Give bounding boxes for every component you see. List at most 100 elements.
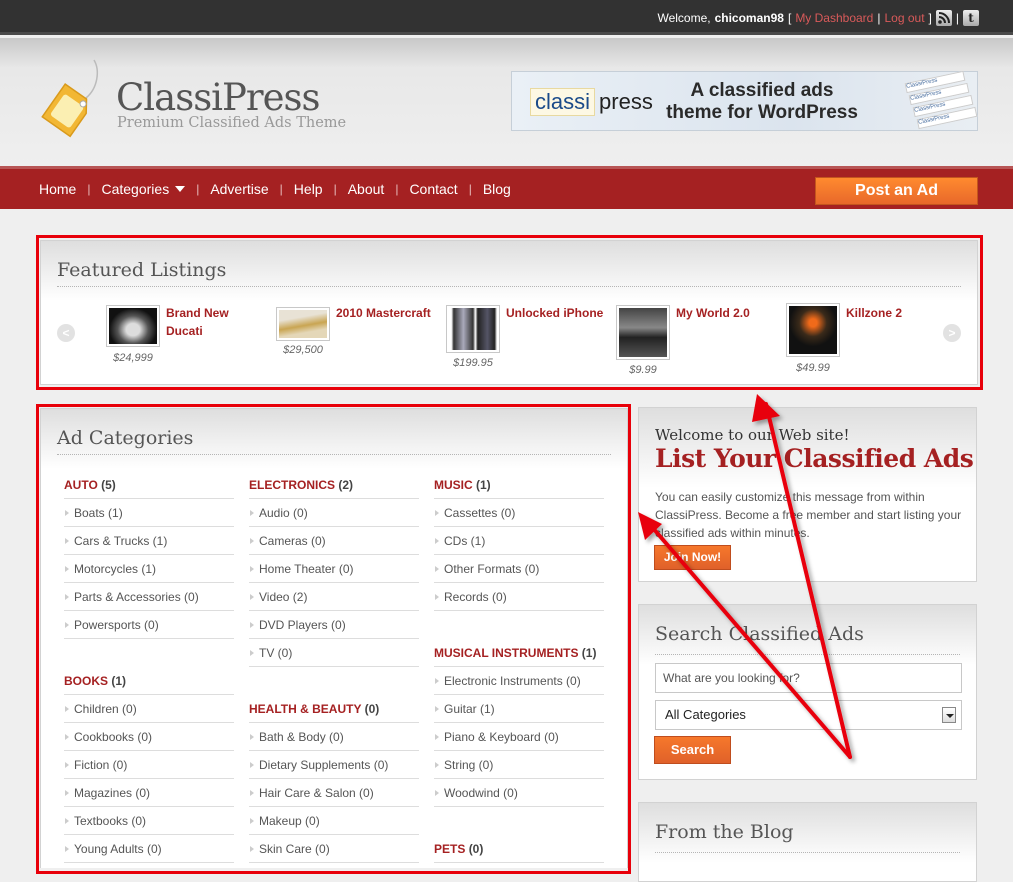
bracket-open: [ bbox=[787, 11, 792, 25]
subcategory-link[interactable]: Makeup (0) bbox=[249, 807, 419, 835]
nav-divider: | bbox=[279, 182, 283, 196]
join-now-button[interactable]: Join Now! bbox=[654, 545, 731, 570]
listing-title[interactable]: 2010 Mastercraft bbox=[336, 304, 436, 322]
featured-item[interactable]: Killzone 2 $49.99 bbox=[786, 303, 951, 374]
subcategory-link[interactable]: Boats (1) bbox=[64, 499, 234, 527]
category-count: (1) bbox=[476, 478, 491, 492]
logo-tagline: Premium Classified Ads Theme bbox=[117, 115, 347, 131]
featured-item[interactable]: 2010 Mastercraft $29,500 bbox=[276, 304, 441, 377]
listing-thumbnail[interactable] bbox=[786, 303, 840, 357]
subcategory-link[interactable]: Skin Care (0) bbox=[249, 835, 419, 863]
subcategory-link[interactable]: Cars & Trucks (1) bbox=[64, 527, 234, 555]
subcategory-link[interactable]: TV (0) bbox=[249, 639, 419, 667]
price-tag-logo-icon[interactable] bbox=[38, 59, 99, 138]
rss-icon[interactable] bbox=[935, 10, 952, 26]
nav-divider: | bbox=[395, 182, 399, 196]
subcategory-link[interactable]: Dietary Supplements (0) bbox=[249, 751, 419, 779]
search-button[interactable]: Search bbox=[654, 736, 731, 764]
subcategory-link[interactable]: Magazines (0) bbox=[64, 779, 234, 807]
category-link[interactable]: MUSIC bbox=[434, 478, 473, 492]
category-link[interactable]: ELECTRONICS bbox=[249, 478, 335, 492]
subcategory-link[interactable]: Electronic Instruments (0) bbox=[434, 667, 604, 695]
listing-title[interactable]: Killzone 2 bbox=[846, 304, 946, 322]
nav-categories[interactable]: Categories bbox=[101, 181, 169, 197]
top-bar: Welcome, chicoman98 [ My Dashboard | Log… bbox=[0, 0, 1013, 35]
blog-widget: From the Blog bbox=[638, 802, 977, 882]
category-books[interactable]: BOOKS (1) bbox=[64, 673, 234, 695]
user-welcome: Welcome, chicoman98 [ My Dashboard | Log… bbox=[657, 10, 979, 26]
subcategory-link[interactable]: Powersports (0) bbox=[64, 611, 234, 639]
category-music[interactable]: MUSIC (1) bbox=[434, 477, 604, 499]
listing-thumbnail[interactable] bbox=[616, 305, 670, 360]
subcategory-link[interactable]: Home Theater (0) bbox=[249, 555, 419, 583]
listing-thumbnail[interactable] bbox=[276, 307, 330, 341]
subcategory-link[interactable]: String (0) bbox=[434, 751, 604, 779]
category-electronics[interactable]: ELECTRONICS (2) bbox=[249, 477, 419, 499]
subcategory-link[interactable]: Guitar (1) bbox=[434, 695, 604, 723]
featured-item[interactable]: Unlocked iPhone $199.95 bbox=[446, 305, 611, 375]
subcategory-link[interactable]: Hair Care & Salon (0) bbox=[249, 779, 419, 807]
nav-about[interactable]: About bbox=[348, 181, 385, 197]
category-select[interactable]: All Categories bbox=[655, 700, 962, 730]
category-link[interactable]: AUTO bbox=[64, 478, 98, 492]
logo-title[interactable]: ClassiPress bbox=[116, 76, 320, 119]
category-column: MUSIC (1) Cassettes (0) CDs (1) Other Fo… bbox=[434, 477, 604, 863]
subcategory-link[interactable]: Motorcycles (1) bbox=[64, 555, 234, 583]
category-auto[interactable]: AUTO (5) bbox=[64, 477, 234, 499]
banner-brand: classi press bbox=[530, 88, 653, 116]
nav-home[interactable]: Home bbox=[39, 181, 76, 197]
search-input[interactable]: What are you looking for? bbox=[655, 663, 962, 693]
subcategory-link[interactable]: Other Formats (0) bbox=[434, 555, 604, 583]
my-dashboard-link[interactable]: My Dashboard bbox=[795, 11, 873, 25]
nav-help[interactable]: Help bbox=[294, 181, 323, 197]
subcategory-link[interactable]: Woodwind (0) bbox=[434, 779, 604, 807]
featured-item[interactable]: My World 2.0 $9.99 bbox=[616, 304, 781, 376]
listing-thumbnail[interactable] bbox=[446, 305, 500, 353]
logout-link[interactable]: Log out bbox=[884, 11, 924, 25]
nav-blog[interactable]: Blog bbox=[483, 181, 511, 197]
category-link[interactable]: MUSICAL INSTRUMENTS bbox=[434, 646, 578, 660]
category-link[interactable]: BOOKS bbox=[64, 674, 108, 688]
listing-title[interactable]: My World 2.0 bbox=[676, 304, 776, 322]
listing-price: $24,999 bbox=[113, 352, 153, 364]
subcategory-link[interactable]: Cookbooks (0) bbox=[64, 723, 234, 751]
featured-item[interactable]: Brand New Ducati $24,999 bbox=[106, 305, 271, 375]
subcategory-link[interactable]: Children (0) bbox=[64, 695, 234, 723]
subcategory-link[interactable]: Fiction (0) bbox=[64, 751, 234, 779]
welcome-line: Welcome to our Web site! bbox=[655, 426, 850, 444]
category-link[interactable]: PETS bbox=[434, 842, 465, 856]
subcategory-link[interactable]: DVD Players (0) bbox=[249, 611, 419, 639]
listing-price: $199.95 bbox=[453, 357, 493, 369]
subcategory-link[interactable]: Video (2) bbox=[249, 583, 419, 611]
listing-title[interactable]: Brand New Ducati bbox=[166, 304, 266, 340]
nav-contact[interactable]: Contact bbox=[409, 181, 457, 197]
subcategory-link[interactable]: Young Adults (0) bbox=[64, 835, 234, 863]
subcategory-link[interactable]: Cameras (0) bbox=[249, 527, 419, 555]
subcategory-link[interactable]: Bath & Body (0) bbox=[249, 723, 419, 751]
nav-divider: | bbox=[87, 182, 91, 196]
nav-advertise[interactable]: Advertise bbox=[210, 181, 268, 197]
post-an-ad-button[interactable]: Post an Ad bbox=[815, 177, 978, 205]
subcategory-link[interactable]: Piano & Keyboard (0) bbox=[434, 723, 604, 751]
category-musical-instruments[interactable]: MUSICAL INSTRUMENTS (1) bbox=[434, 645, 604, 667]
subcategory-link[interactable]: Cassettes (0) bbox=[434, 499, 604, 527]
separator: | bbox=[955, 11, 959, 25]
twitter-icon[interactable]: t bbox=[963, 10, 979, 26]
subcategory-link[interactable]: Textbooks (0) bbox=[64, 807, 234, 835]
category-health-beauty[interactable]: HEALTH & BEAUTY (0) bbox=[249, 701, 419, 723]
subcategory-link[interactable]: Records (0) bbox=[434, 583, 604, 611]
subcategory-link[interactable]: Parts & Accessories (0) bbox=[64, 583, 234, 611]
divider bbox=[57, 454, 611, 455]
blog-title: From the Blog bbox=[655, 821, 794, 843]
chevron-down-icon[interactable] bbox=[175, 186, 186, 192]
subcategory-link[interactable]: CDs (1) bbox=[434, 527, 604, 555]
listing-title[interactable]: Unlocked iPhone bbox=[506, 304, 606, 322]
header-banner-ad[interactable]: classi press A classified ads theme for … bbox=[511, 70, 978, 131]
listing-thumbnail[interactable] bbox=[106, 305, 160, 347]
category-link[interactable]: HEALTH & BEAUTY bbox=[249, 702, 361, 716]
category-pets[interactable]: PETS (0) bbox=[434, 841, 604, 863]
subcategory-link[interactable]: Audio (0) bbox=[249, 499, 419, 527]
carousel-prev-icon[interactable]: < bbox=[57, 324, 75, 342]
category-column: ELECTRONICS (2) Audio (0) Cameras (0) Ho… bbox=[249, 477, 419, 863]
dropdown-arrow-icon[interactable] bbox=[942, 707, 956, 723]
